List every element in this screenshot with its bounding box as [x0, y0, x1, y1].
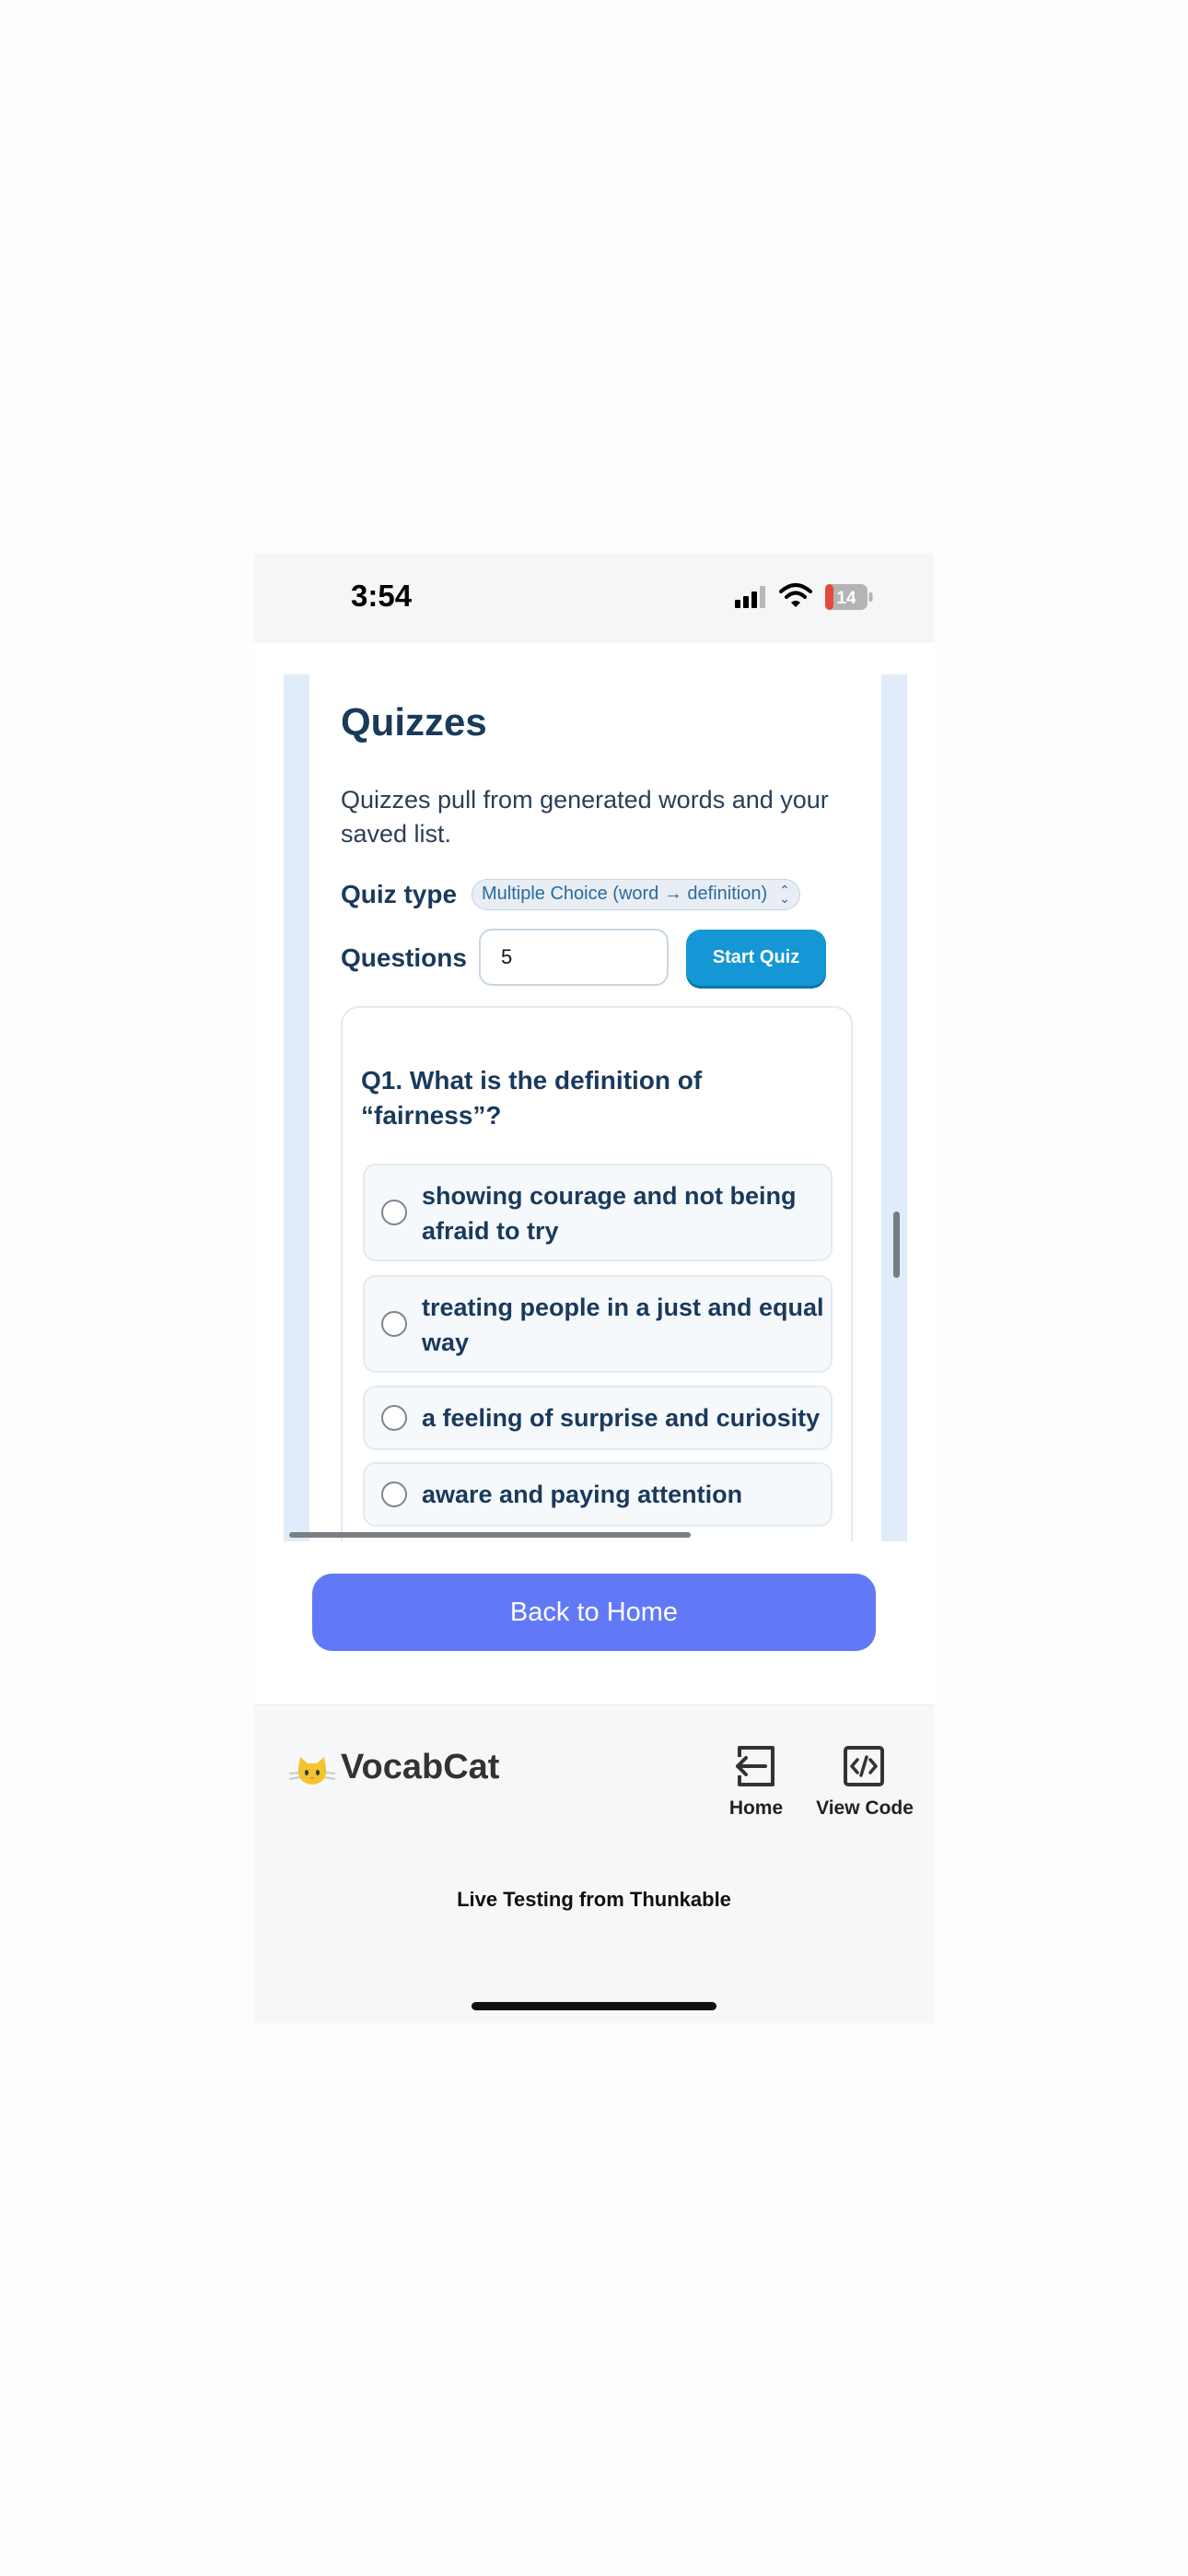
web-view[interactable]: Quizzes Quizzes pull from generated word…	[284, 674, 907, 1541]
answer-option[interactable]: a feeling of surprise and curiosity	[363, 1386, 833, 1450]
page-title: Quizzes	[341, 700, 487, 744]
questions-label: Questions	[341, 943, 467, 972]
answer-option[interactable]: showing courage and not being afraid to …	[363, 1164, 833, 1261]
battery-icon: 14	[825, 584, 873, 610]
code-icon	[844, 1746, 884, 1786]
radio-button[interactable]	[381, 1481, 407, 1507]
quiz-type-label: Quiz type	[341, 880, 458, 908]
signal-icon	[735, 586, 765, 608]
answer-text: treating people in a just and equal way	[422, 1294, 824, 1356]
answer-option[interactable]: treating people in a just and equal way	[363, 1275, 833, 1373]
home-indicator[interactable]	[472, 2002, 716, 2010]
answer-text: a feeling of surprise and curiosity	[422, 1404, 821, 1432]
answer-text: aware and paying attention	[422, 1481, 743, 1508]
right-margin	[881, 674, 907, 1541]
cat-logo-icon	[289, 1757, 335, 1785]
radio-button[interactable]	[381, 1200, 407, 1225]
left-margin	[284, 674, 309, 1541]
quiz-type-select[interactable]: Multiple Choice (word → definition) ⌃ ⌄	[472, 879, 800, 910]
chevron-updown-icon: ⌃ ⌄	[779, 883, 790, 906]
battery-level: 14	[836, 589, 856, 608]
question-card: Q1. What is the definition of “fairness”…	[341, 1006, 853, 1541]
app-bottom-bar: VocabCat Home View Code Live Testing fro…	[254, 1704, 934, 2023]
live-testing-label: Live Testing from Thunkable	[457, 1888, 731, 1911]
vertical-scrollbar[interactable]	[893, 1212, 900, 1278]
view-code-nav-label: View Code	[816, 1797, 914, 1819]
view-code-nav-button[interactable]: View Code	[805, 1744, 925, 1819]
brand-name: VocabCat	[341, 1748, 500, 1786]
phone-screen: 3:54 14 Quizzes Quizzes pull from genera…	[254, 553, 934, 2023]
radio-button[interactable]	[381, 1405, 407, 1431]
status-time: 3:54	[351, 579, 413, 613]
answer-option[interactable]: aware and paying attention	[363, 1462, 833, 1527]
page-description: Quizzes pull from generated words and yo…	[341, 786, 829, 848]
home-nav-label: Home	[728, 1797, 784, 1819]
exit-arrow-icon	[736, 1746, 775, 1786]
question-text: Q1. What is the definition of “fairness”…	[361, 1066, 703, 1130]
back-to-home-button[interactable]: Back to Home	[312, 1574, 876, 1651]
quiz-type-value: Multiple Choice (word → definition)	[482, 884, 768, 904]
status-bar: 3:54 14	[254, 553, 934, 643]
answer-text: showing courage and not being afraid to …	[422, 1182, 797, 1245]
start-quiz-button[interactable]: Start Quiz	[686, 930, 826, 986]
radio-button[interactable]	[381, 1311, 407, 1337]
home-nav-button[interactable]: Home	[719, 1744, 793, 1819]
wifi-icon	[779, 583, 812, 607]
questions-count-input[interactable]	[479, 929, 669, 986]
horizontal-scrollbar[interactable]	[289, 1532, 691, 1538]
